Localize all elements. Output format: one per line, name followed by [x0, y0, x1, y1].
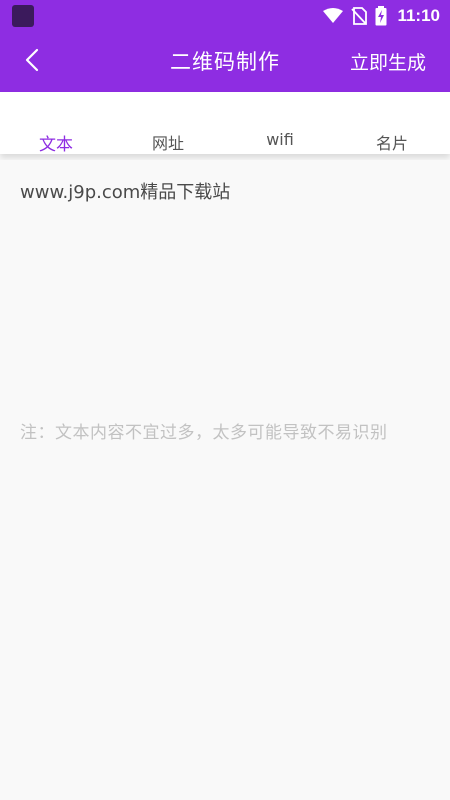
text-input-value[interactable]: www.j9p.com精品下载站	[20, 178, 230, 204]
battery-charging-icon	[375, 6, 387, 26]
generate-now-button[interactable]: 立即生成	[350, 48, 426, 75]
tab-url[interactable]: 网址	[112, 130, 224, 154]
status-time: 11:10	[397, 6, 440, 25]
app-icon	[12, 5, 34, 27]
hint-note: 注：文本内容不宜过多，太多可能导致不易识别	[20, 423, 388, 443]
app-header: 11:10 二维码制作 立即生成	[0, 0, 450, 92]
status-bar: 11:10	[0, 0, 450, 32]
text-input-area[interactable]: www.j9p.com精品下载站	[0, 160, 450, 404]
tab-business-card[interactable]: 名片	[336, 130, 448, 154]
wifi-icon	[323, 8, 344, 24]
tab-text[interactable]: 文本	[0, 130, 112, 155]
status-icons: 11:10	[323, 4, 440, 28]
toolbar: 二维码制作 立即生成	[0, 32, 450, 92]
tab-wifi[interactable]: wifi	[224, 130, 336, 149]
tab-bar: 文本 网址 wifi 名片	[0, 92, 450, 155]
no-sim-icon	[351, 7, 368, 25]
